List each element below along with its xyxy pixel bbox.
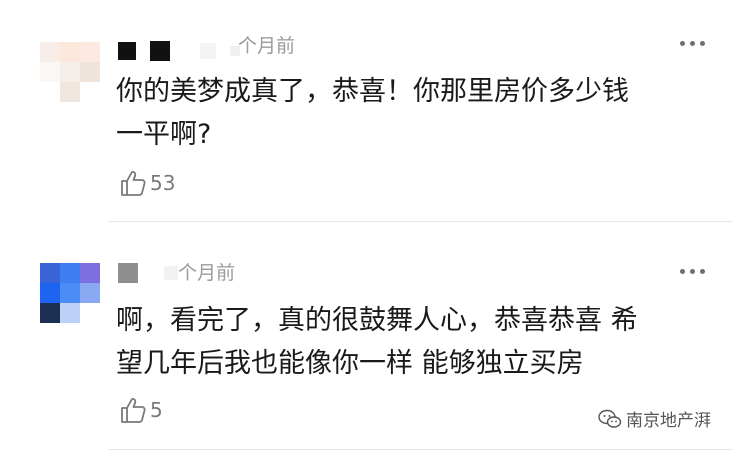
divider xyxy=(108,221,733,222)
like-button[interactable]: 53 xyxy=(118,168,175,198)
avatar[interactable] xyxy=(40,263,100,323)
username-redacted[interactable] xyxy=(118,263,178,283)
comment-item: 个月前 你的美梦成真了，恭喜！你那里房价多少钱 一平啊? 53 xyxy=(0,0,733,222)
comment-text: 啊，看完了，真的很鼓舞人心，恭喜恭喜 希 望几年后我也能像你一样 能够独立买房 xyxy=(116,299,706,385)
thumbs-up-icon xyxy=(121,398,146,423)
watermark: 南京地产湃 xyxy=(598,406,711,431)
dot-icon xyxy=(700,41,705,46)
redaction-block xyxy=(118,263,138,283)
like-count: 53 xyxy=(150,171,176,195)
thumbs-up-icon xyxy=(121,171,146,196)
avatar[interactable] xyxy=(40,42,100,102)
like-button[interactable]: 5 xyxy=(118,395,163,425)
username-redacted[interactable] xyxy=(118,41,240,61)
comment-time: 个月前 xyxy=(178,262,236,284)
comment-list: 个月前 你的美梦成真了，恭喜！你那里房价多少钱 一平啊? 53 个月前 啊，看完… xyxy=(0,0,733,453)
watermark-text: 南京地产湃 xyxy=(626,411,711,431)
dot-icon xyxy=(690,41,695,46)
comment-text-line: 啊，看完了，真的很鼓舞人心，恭喜恭喜 希 xyxy=(116,305,638,336)
redaction-block xyxy=(150,41,170,61)
comment-text-line: 你的美梦成真了，恭喜！你那里房价多少钱 xyxy=(116,76,629,107)
comment-time: 个月前 xyxy=(238,35,296,57)
dot-icon xyxy=(700,269,705,274)
redaction-block xyxy=(118,42,136,60)
comment-text-line: 望几年后我也能像你一样 能够独立买房 xyxy=(116,348,584,379)
divider xyxy=(108,449,733,450)
dot-icon xyxy=(680,41,685,46)
more-options-button[interactable] xyxy=(680,269,705,274)
dot-icon xyxy=(690,269,695,274)
redaction-block xyxy=(164,266,178,280)
wechat-icon xyxy=(598,409,622,428)
comment-text: 你的美梦成真了，恭喜！你那里房价多少钱 一平啊? xyxy=(116,70,706,156)
more-options-button[interactable] xyxy=(680,41,705,46)
like-count: 5 xyxy=(150,398,163,422)
comment-text-line: 一平啊? xyxy=(116,119,212,150)
dot-icon xyxy=(680,269,685,274)
redaction-block xyxy=(200,43,216,59)
